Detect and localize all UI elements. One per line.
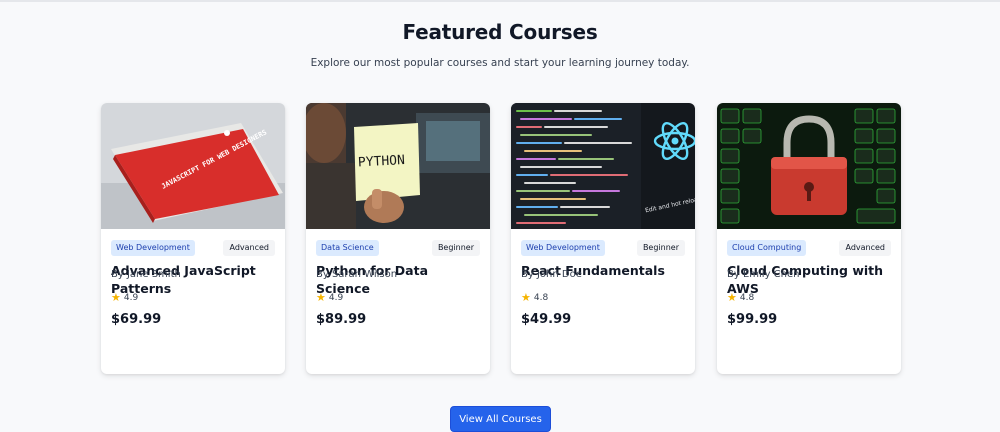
rating: ★ 4.9	[111, 292, 138, 303]
price: $89.99	[316, 312, 367, 327]
card-body: Cloud Computing Advanced Cloud Computing…	[727, 240, 891, 370]
instructor-name: By Sarah Wilson	[316, 269, 398, 280]
star-icon: ★	[727, 291, 737, 304]
price: $99.99	[727, 312, 778, 327]
price: $49.99	[521, 312, 572, 327]
level-badge: Advanced	[223, 240, 275, 256]
course-card[interactable]: Cloud Computing Advanced Cloud Computing…	[717, 103, 901, 374]
card-body: Web Development Advanced Advanced JavaSc…	[111, 240, 275, 370]
course-card[interactable]: PYTHON Data Science Beginner Python for …	[306, 103, 490, 374]
instructor-name: By Jane Smith	[111, 269, 181, 280]
category-badge: Data Science	[316, 240, 379, 256]
category-badge: Web Development	[521, 240, 605, 256]
view-all-courses-button[interactable]: View All Courses	[450, 406, 551, 432]
padlock-keyboard-image[interactable]	[717, 103, 901, 229]
python-sticky-note-image[interactable]: PYTHON	[306, 103, 490, 229]
rating: ★ 4.9	[316, 292, 343, 303]
category-badge: Web Development	[111, 240, 195, 256]
star-icon: ★	[316, 291, 326, 304]
course-card[interactable]: Edit and hot reload Web Development Begi…	[511, 103, 695, 374]
javascript-book-image[interactable]: JAVASCRIPT FOR WEB DESIGNERS	[101, 103, 285, 229]
section-subtitle: Explore our most popular courses and sta…	[310, 57, 690, 69]
level-badge: Advanced	[839, 240, 891, 256]
instructor-name: By John Doe	[521, 269, 582, 280]
top-divider	[0, 0, 1000, 2]
category-badge: Cloud Computing	[727, 240, 807, 256]
rating-value: 4.8	[739, 292, 755, 303]
rating-value: 4.9	[123, 292, 139, 303]
rating-value: 4.9	[328, 292, 344, 303]
course-grid: JAVASCRIPT FOR WEB DESIGNERS Web Develop…	[101, 103, 901, 375]
star-icon: ★	[521, 291, 531, 304]
react-code-screen-image[interactable]: Edit and hot reload	[511, 103, 695, 229]
sticky-note-text: PYTHON	[358, 153, 406, 170]
card-body: Web Development Beginner React Fundament…	[521, 240, 685, 370]
section-title: Featured Courses	[402, 20, 598, 44]
instructor-name: By Emily Chen	[727, 269, 800, 280]
rating: ★ 4.8	[521, 292, 548, 303]
star-icon: ★	[111, 291, 121, 304]
card-body: Data Science Beginner Python for Data Sc…	[316, 240, 480, 370]
rating: ★ 4.8	[727, 292, 754, 303]
level-badge: Beginner	[636, 240, 685, 256]
rating-value: 4.8	[533, 292, 549, 303]
course-card[interactable]: JAVASCRIPT FOR WEB DESIGNERS Web Develop…	[101, 103, 285, 374]
level-badge: Beginner	[431, 240, 480, 256]
price: $69.99	[111, 312, 162, 327]
